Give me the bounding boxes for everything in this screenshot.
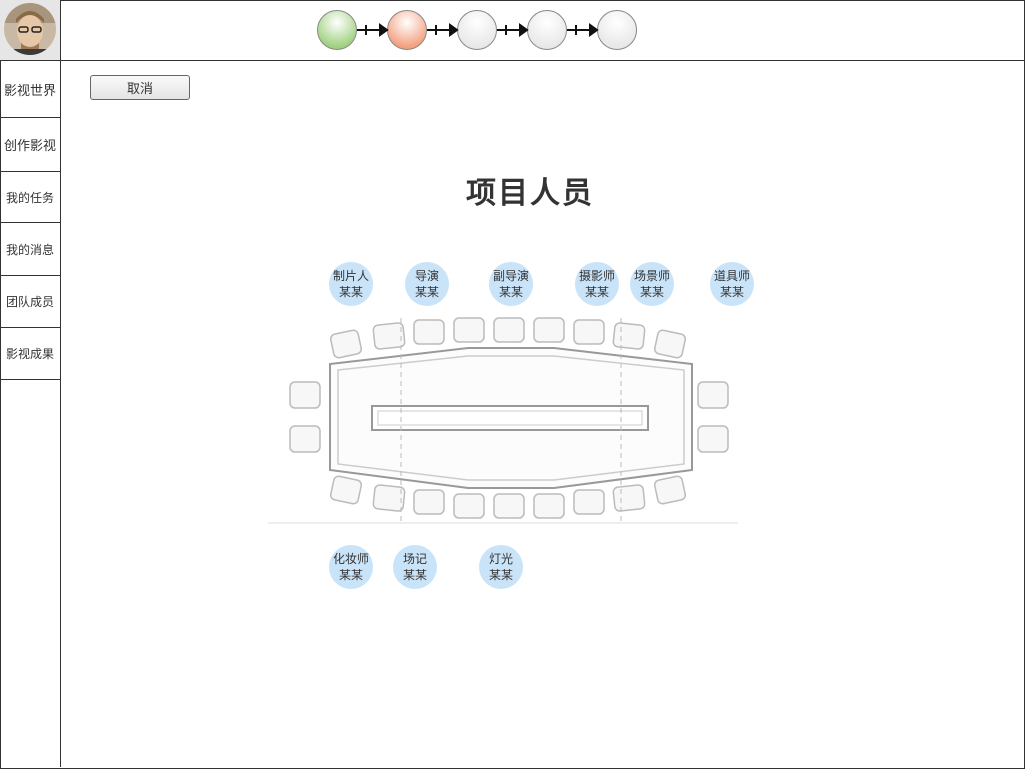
page-title: 项目人员 [466,176,594,211]
step-connectors [357,23,599,37]
crew-seat-assistant-director[interactable]: 副导演 某某 [489,262,533,306]
crew-seat-prop-master[interactable]: 道具师 某某 [710,262,754,306]
crew-seat-director[interactable]: 导演 某某 [405,262,449,306]
crew-seat-lighting[interactable]: 灯光 某某 [479,545,523,589]
crew-seat-makeup-artist[interactable]: 化妆师 某某 [329,545,373,589]
crew-seat-cinematographer[interactable]: 摄影师 某某 [575,262,619,306]
sidebar-item-team-members[interactable]: 团队成员 [0,276,60,328]
crew-seat-producer[interactable]: 制片人 某某 [329,262,373,306]
sidebar-item-film-world[interactable]: 影视世界 [0,61,60,118]
conference-table-illustration [268,317,738,524]
sidebar-item-create-film[interactable]: 创作影视 [0,118,60,172]
sidebar: 影视世界 创作影视 我的任务 我的消息 团队成员 影视成果 [0,61,61,767]
sidebar-item-my-tasks[interactable]: 我的任务 [0,172,60,223]
top-bar [0,0,1024,61]
sidebar-item-my-messages[interactable]: 我的消息 [0,223,60,276]
crew-seat-script-supervisor[interactable]: 场记 某某 [393,545,437,589]
cancel-button[interactable]: 取消 [90,75,190,100]
sidebar-item-film-results[interactable]: 影视成果 [0,328,60,380]
crew-seat-set-designer[interactable]: 场景师 某某 [630,262,674,306]
